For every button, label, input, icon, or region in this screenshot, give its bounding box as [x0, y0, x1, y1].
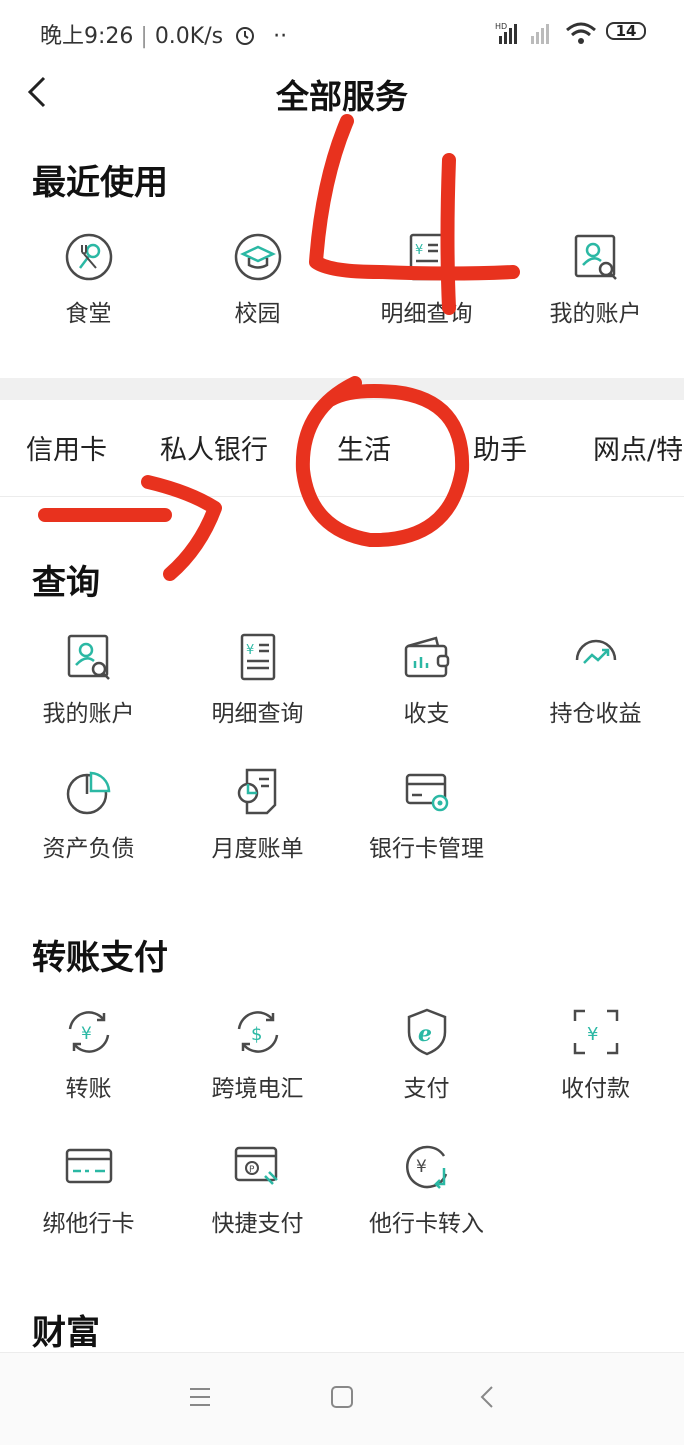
- scan-receive-icon: ¥: [573, 1009, 618, 1055]
- query-item-holding-profit[interactable]: 持仓收益: [510, 630, 681, 728]
- card-manage-icon: [405, 773, 448, 812]
- recent-item-canteen[interactable]: 食堂: [3, 230, 174, 328]
- query-item-label: 银行卡管理: [369, 836, 484, 862]
- transfer-item-label: 转账: [65, 1076, 112, 1102]
- battery-icon: 14: [606, 22, 646, 40]
- recent-item-label: 明细查询: [380, 301, 473, 327]
- transfer-item-label: 支付: [403, 1076, 450, 1102]
- query-item-income-expense[interactable]: 收支: [341, 630, 512, 728]
- my-account-icon: [574, 234, 617, 280]
- query-item-label: 持仓收益: [549, 701, 642, 727]
- campus-icon: [234, 233, 281, 281]
- wallet-icon: [404, 636, 449, 678]
- more-dots-icon: ··: [273, 24, 288, 49]
- query-item-label: 我的账户: [42, 701, 135, 727]
- system-back-icon[interactable]: [476, 1385, 500, 1409]
- svg-text:¥: ¥: [246, 643, 254, 658]
- detail-query-icon: ¥: [409, 233, 444, 281]
- recent-item-my-account[interactable]: 我的账户: [510, 230, 681, 328]
- query-item-label: 资产负债: [42, 836, 135, 862]
- tab-branch[interactable]: 网点/特: [593, 428, 683, 467]
- transfer-item-bind-card[interactable]: 绑他行卡: [3, 1140, 174, 1238]
- page-title: 全部服务: [276, 77, 408, 116]
- recent-item-label: 食堂: [65, 301, 112, 327]
- svg-text:HD: HD: [495, 22, 507, 31]
- tab-private-bank[interactable]: 私人银行: [160, 428, 268, 467]
- monthly-bill-icon: [237, 768, 276, 815]
- svg-text:P: P: [249, 1165, 255, 1175]
- pay-icon: e: [407, 1008, 446, 1056]
- recent-item-detail-query[interactable]: ¥ 明细查询: [341, 230, 512, 328]
- wealth-section-title: 财富: [32, 1313, 100, 1353]
- tab-credit-card[interactable]: 信用卡: [26, 428, 107, 467]
- query-section-title: 查询: [32, 563, 100, 603]
- home-icon[interactable]: [330, 1385, 354, 1409]
- cross-border-icon: $: [237, 1011, 278, 1053]
- tab-assistant[interactable]: 助手: [473, 428, 527, 467]
- transfer-item-label: 收付款: [561, 1076, 630, 1102]
- recent-section-title: 最近使用: [32, 163, 168, 203]
- recent-item-label: 校园: [234, 301, 281, 327]
- transfer-item-pay[interactable]: e 支付: [341, 1005, 512, 1103]
- query-item-my-account[interactable]: 我的账户: [3, 630, 174, 728]
- card-transfer-in-icon: ¥: [405, 1145, 447, 1189]
- transfer-icon: ¥: [68, 1011, 109, 1053]
- status-speed: 0.0K/s: [154, 24, 224, 49]
- query-item-label: 月度账单: [211, 836, 304, 862]
- query-item-label: 收支: [403, 701, 450, 727]
- pie-chart-icon: [66, 771, 110, 815]
- my-account-icon: [67, 634, 110, 680]
- section-divider: [0, 378, 684, 400]
- signal-wifi-icon: HD: [495, 22, 596, 44]
- status-left: 晚上9:26 | 0.0K/s ··: [40, 24, 288, 49]
- svg-text:e: e: [418, 1021, 432, 1047]
- transfer-item-label: 跨境电汇: [211, 1076, 304, 1102]
- svg-text:¥: ¥: [81, 1024, 92, 1044]
- query-item-assets-liabilities[interactable]: 资产负债: [3, 765, 174, 863]
- menu-icon[interactable]: [188, 1385, 212, 1409]
- recent-item-label: 我的账户: [549, 301, 642, 327]
- bind-card-icon: [65, 1148, 112, 1184]
- transfer-item-quick-pay[interactable]: P 快捷支付: [172, 1140, 343, 1238]
- system-nav-bar: [0, 1352, 684, 1445]
- alarm-icon: [236, 27, 255, 45]
- transfer-item-transfer[interactable]: ¥ 转账: [3, 1005, 174, 1103]
- nav-bar: 全部服务: [0, 66, 684, 116]
- transfer-item-label: 他行卡转入: [369, 1211, 484, 1237]
- transfer-section-title: 转账支付: [32, 938, 168, 978]
- svg-text:¥: ¥: [415, 243, 423, 258]
- detail-query-icon: ¥: [240, 633, 275, 681]
- transfer-item-cross-border[interactable]: $ 跨境电汇: [172, 1005, 343, 1103]
- query-item-label: 明细查询: [211, 701, 304, 727]
- transfer-item-label: 绑他行卡: [42, 1211, 135, 1237]
- svg-text:$: $: [251, 1024, 262, 1045]
- recent-item-campus[interactable]: 校园: [172, 230, 343, 328]
- holding-profit-icon: [575, 639, 616, 664]
- transfer-item-receive[interactable]: ¥ 收付款: [510, 1005, 681, 1103]
- quick-pay-icon: P: [234, 1146, 278, 1185]
- category-tabs: 信用卡 私人银行 生活 助手 网点/特: [0, 400, 684, 497]
- svg-text:¥: ¥: [587, 1024, 598, 1045]
- canteen-icon: [65, 233, 112, 281]
- transfer-item-label: 快捷支付: [211, 1211, 304, 1237]
- transfer-item-card-transfer-in[interactable]: ¥ 他行卡转入: [341, 1140, 512, 1238]
- status-time: 晚上9:26: [40, 24, 134, 49]
- query-item-monthly-bill[interactable]: 月度账单: [172, 765, 343, 863]
- query-item-card-manage[interactable]: 银行卡管理: [341, 765, 512, 863]
- tab-life[interactable]: 生活: [337, 428, 391, 467]
- query-item-detail-query[interactable]: ¥ 明细查询: [172, 630, 343, 728]
- svg-text:¥: ¥: [416, 1157, 427, 1177]
- status-bar: 晚上9:26 | 0.0K/s ·· HD 14: [0, 0, 684, 66]
